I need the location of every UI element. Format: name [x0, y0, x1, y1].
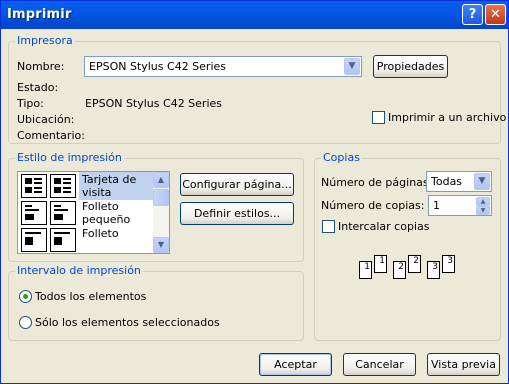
configure-page-button[interactable]: Configurar página...: [180, 173, 294, 196]
location-label: Ubicación:: [17, 113, 75, 126]
printer-name-select[interactable]: EPSON Stylus C42 Series ▼: [84, 56, 362, 77]
printer-name-label: Nombre:: [17, 60, 65, 73]
preview-button[interactable]: Vista previa: [427, 353, 500, 376]
collate-checkbox[interactable]: [322, 220, 335, 233]
style-thumbnail-icon: [21, 228, 47, 252]
scroll-up-icon[interactable]: ▲: [153, 172, 169, 188]
print-style-list[interactable]: Tarjeta de visita Folleto pequeño Follet…: [17, 171, 170, 254]
style-thumbnail-icon: [50, 201, 76, 225]
help-button[interactable]: ?: [462, 4, 483, 25]
list-item[interactable]: Folleto: [19, 226, 152, 252]
style-name: Tarjeta de visita: [79, 172, 153, 200]
copies-value: 1: [433, 199, 440, 212]
style-name: Folleto pequeño: [82, 200, 131, 226]
window-title: Imprimir: [7, 7, 72, 22]
collate-page-icon: 1: [374, 255, 387, 273]
collate-page-icon: 3: [427, 261, 440, 279]
scroll-thumb[interactable]: [153, 189, 169, 206]
style-name: Folleto: [82, 227, 119, 240]
list-item[interactable]: Tarjeta de visita: [19, 172, 153, 200]
range-selected-radio[interactable]: [19, 316, 32, 329]
copies-label: Número de copias:: [321, 199, 425, 212]
collate-page-icon: 3: [442, 255, 455, 273]
cancel-button[interactable]: Cancelar: [343, 353, 416, 376]
comment-label: Comentario:: [17, 129, 85, 142]
define-styles-button[interactable]: Definir estilos...: [180, 202, 294, 225]
chevron-down-icon[interactable]: ▼: [474, 173, 490, 190]
stepper-up-icon[interactable]: ▲: [476, 197, 490, 206]
printer-group-label: Impresora: [15, 34, 75, 47]
print-to-file-checkbox[interactable]: [372, 111, 385, 124]
status-label: Estado:: [17, 81, 59, 94]
range-all-label[interactable]: Todos los elementos: [35, 290, 146, 303]
pages-select[interactable]: Todas ▼: [426, 171, 492, 192]
print-range-group-label: Intervalo de impresión: [15, 264, 143, 277]
collate-page-icon: 2: [408, 255, 421, 273]
stepper-down-icon[interactable]: ▼: [476, 206, 490, 215]
collate-label[interactable]: Intercalar copias: [338, 220, 429, 233]
type-label: Tipo:: [17, 97, 44, 110]
properties-button[interactable]: Propiedades: [373, 55, 448, 78]
copies-group-label: Copias: [321, 151, 362, 164]
style-thumbnail-icon: [50, 174, 76, 198]
style-thumbnail-icon: [50, 228, 76, 252]
pages-label: Número de páginas:: [321, 176, 433, 189]
chevron-down-icon[interactable]: ▼: [344, 58, 360, 75]
title-bar[interactable]: Imprimir ? ✕: [1, 1, 508, 29]
range-all-radio[interactable]: [19, 290, 32, 303]
print-style-group-label: Estilo de impresión: [15, 151, 124, 164]
type-value: EPSON Stylus C42 Series: [85, 97, 223, 110]
printer-name-value: EPSON Stylus C42 Series: [89, 60, 227, 73]
style-thumbnail-icon: [21, 201, 47, 225]
scroll-down-icon[interactable]: ▼: [153, 237, 169, 253]
pages-value: Todas: [431, 175, 463, 188]
accept-button[interactable]: Aceptar: [259, 353, 332, 376]
print-range-group: Intervalo de impresión: [8, 264, 304, 341]
close-button[interactable]: ✕: [485, 4, 506, 25]
print-to-file-label[interactable]: Imprimir a un archivo: [388, 111, 506, 124]
style-thumbnail-icon: [21, 174, 47, 198]
list-item[interactable]: Folleto pequeño: [19, 199, 152, 226]
collate-page-icon: 1: [359, 261, 372, 279]
range-selected-label[interactable]: Sólo los elementos seleccionados: [35, 316, 220, 329]
collate-page-icon: 2: [393, 261, 406, 279]
copies-stepper[interactable]: 1 ▲ ▼: [428, 195, 492, 216]
print-style-scrollbar[interactable]: ▲ ▼: [153, 172, 169, 253]
print-dialog: Imprimir ? ✕ Impresora Nombre: EPSON Sty…: [0, 0, 509, 384]
